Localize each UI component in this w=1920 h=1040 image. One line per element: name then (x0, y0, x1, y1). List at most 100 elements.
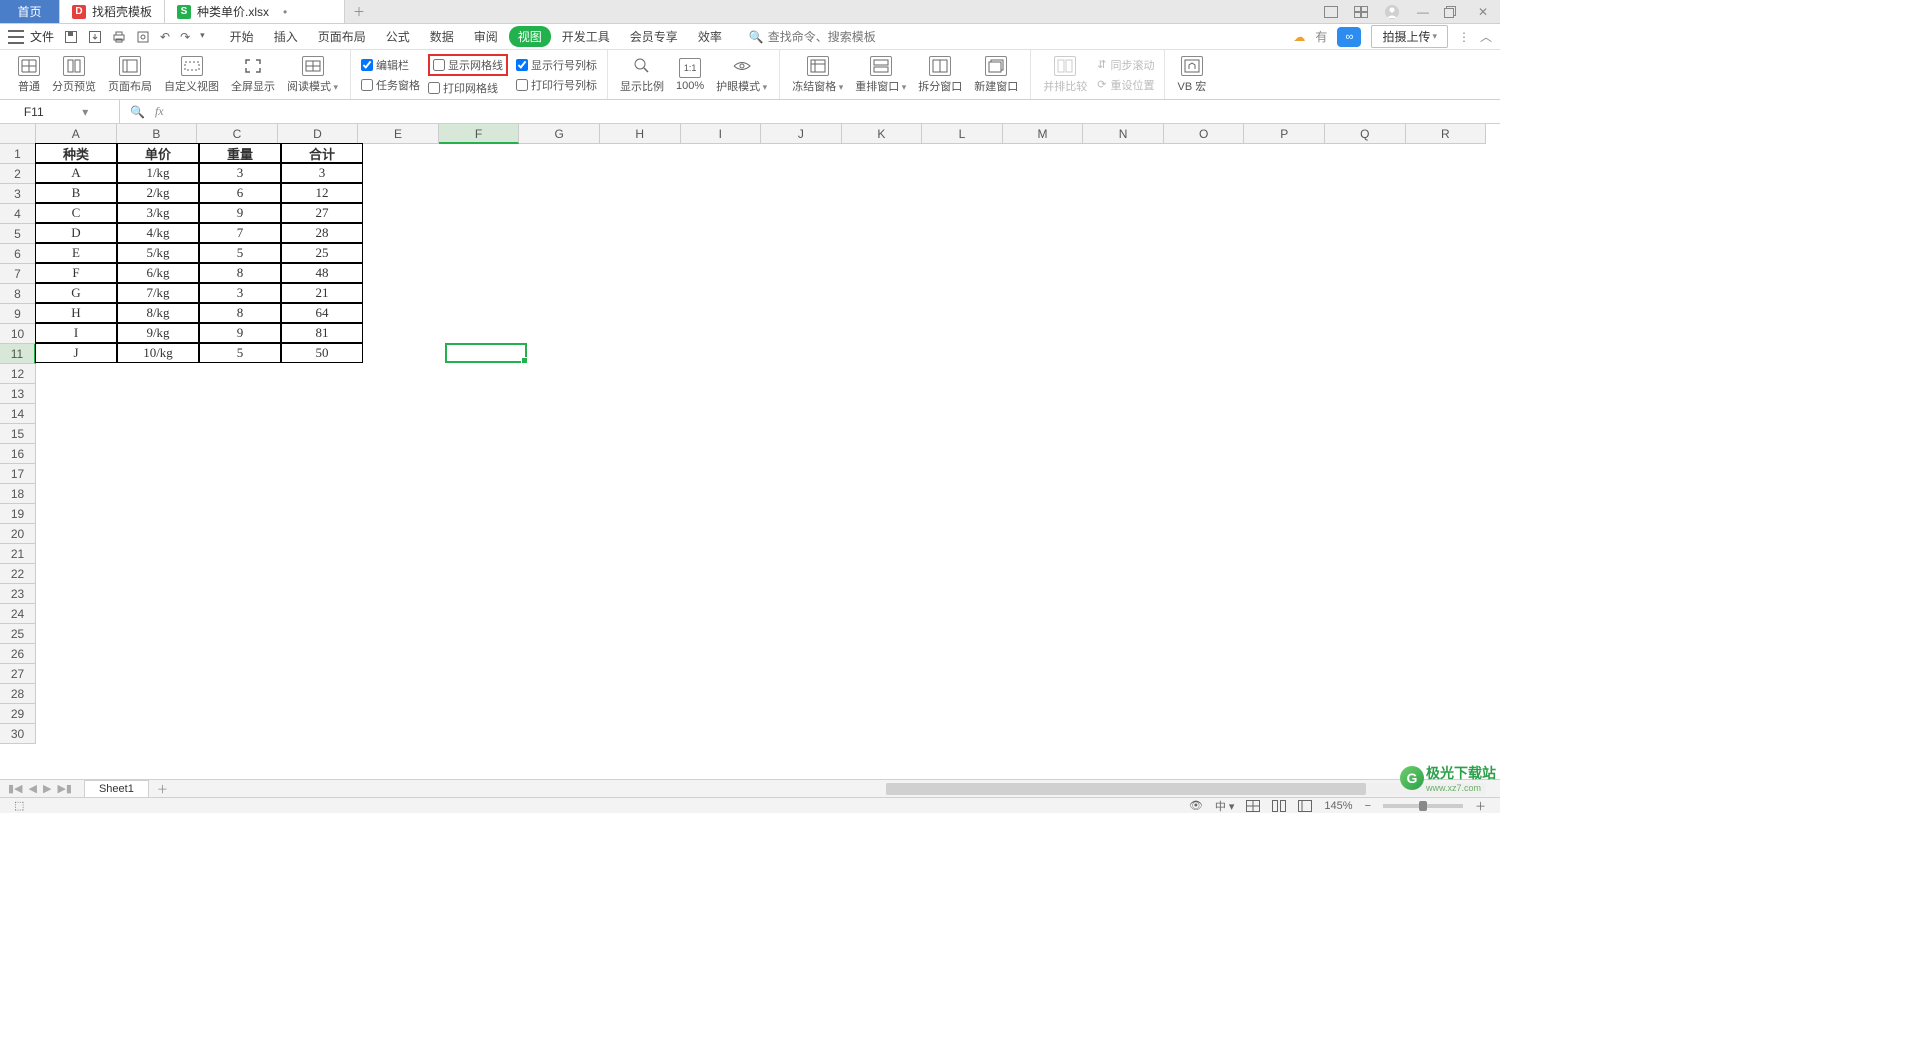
status-mode-icon[interactable]: ⬚ (14, 799, 24, 812)
column-header[interactable]: L (922, 124, 1003, 144)
column-header[interactable]: M (1003, 124, 1084, 144)
menu-formula[interactable]: 公式 (377, 26, 419, 47)
view-pagebreak-button[interactable]: 分页预览 (46, 54, 102, 96)
column-header[interactable]: J (761, 124, 842, 144)
upload-button[interactable]: 拍摄上传▾ (1371, 25, 1448, 48)
table-cell[interactable]: 8/kg (117, 303, 199, 323)
column-header[interactable]: H (600, 124, 681, 144)
cloud-badge-icon[interactable]: ∞ (1337, 27, 1361, 47)
table-cell[interactable]: 81 (281, 323, 363, 343)
table-header-cell[interactable]: 重量 (199, 143, 281, 163)
user-avatar-icon[interactable] (1384, 4, 1402, 20)
table-cell[interactable]: 5 (199, 243, 281, 263)
table-cell[interactable]: H (35, 303, 117, 323)
status-eye-icon[interactable]: 👁 (1189, 799, 1203, 812)
table-cell[interactable]: 1/kg (117, 163, 199, 183)
collapse-ribbon-icon[interactable]: ︿ (1480, 28, 1492, 45)
table-cell[interactable]: 9 (199, 323, 281, 343)
table-cell[interactable]: G (35, 283, 117, 303)
table-cell[interactable]: 7 (199, 223, 281, 243)
table-cell[interactable]: F (35, 263, 117, 283)
spreadsheet-grid[interactable]: ABCDEFGHIJKLMNOPQR 123456789101112131415… (0, 124, 1500, 779)
menu-review[interactable]: 审阅 (465, 26, 507, 47)
zoom-slider-thumb[interactable] (1419, 801, 1427, 811)
row-header[interactable]: 5 (0, 224, 36, 244)
zoom-button[interactable]: 显示比例 (614, 54, 670, 96)
column-header[interactable]: Q (1325, 124, 1406, 144)
zoom-out-button[interactable]: − (1365, 800, 1371, 812)
row-header[interactable]: 13 (0, 384, 36, 404)
column-header[interactable]: I (681, 124, 762, 144)
table-cell[interactable]: 25 (281, 243, 363, 263)
table-cell[interactable]: 21 (281, 283, 363, 303)
table-cell[interactable]: 3 (281, 163, 363, 183)
layout-single-icon[interactable] (1324, 6, 1342, 18)
menu-data[interactable]: 数据 (421, 26, 463, 47)
menu-pagelayout[interactable]: 页面布局 (309, 26, 375, 47)
table-cell[interactable]: E (35, 243, 117, 263)
table-cell[interactable]: I (35, 323, 117, 343)
hamburger-menu[interactable] (8, 30, 24, 44)
column-header[interactable]: F (439, 124, 520, 144)
view-normal-button[interactable]: 普通 (12, 54, 46, 96)
column-header[interactable]: G (519, 124, 600, 144)
qat-dropdown-icon[interactable]: ▾ (200, 30, 205, 44)
row-header[interactable]: 17 (0, 464, 36, 484)
menu-insert[interactable]: 插入 (265, 26, 307, 47)
column-header[interactable]: N (1083, 124, 1164, 144)
column-header[interactable]: C (197, 124, 278, 144)
sheet-nav-prev-icon[interactable]: ◀ (29, 782, 37, 795)
row-header[interactable]: 21 (0, 544, 36, 564)
table-cell[interactable]: D (35, 223, 117, 243)
menu-view[interactable]: 视图 (509, 26, 551, 47)
status-ime-icon[interactable]: 中 ▾ (1215, 798, 1235, 814)
row-header[interactable]: 23 (0, 584, 36, 604)
table-cell[interactable]: 5 (199, 343, 281, 363)
table-header-cell[interactable]: 单价 (117, 143, 199, 163)
table-cell[interactable]: 5/kg (117, 243, 199, 263)
column-header[interactable]: E (358, 124, 439, 144)
row-header[interactable]: 28 (0, 684, 36, 704)
row-header[interactable]: 14 (0, 404, 36, 424)
row-header[interactable]: 8 (0, 284, 36, 304)
print-preview-icon[interactable] (136, 30, 150, 44)
search-input[interactable] (768, 30, 908, 44)
row-header[interactable]: 15 (0, 424, 36, 444)
view-pagelayout-button[interactable]: 页面布局 (102, 54, 158, 96)
row-header[interactable]: 26 (0, 644, 36, 664)
table-cell[interactable]: 7/kg (117, 283, 199, 303)
column-header[interactable]: R (1406, 124, 1487, 144)
cloud-sync-icon[interactable]: ☁ (1293, 30, 1305, 44)
row-header[interactable]: 7 (0, 264, 36, 284)
row-header[interactable]: 19 (0, 504, 36, 524)
view-custom-button[interactable]: 自定义视图 (158, 54, 225, 96)
sheet-nav-first-icon[interactable]: ▮◀ (8, 782, 23, 795)
view-pagebreak-status-icon[interactable] (1272, 800, 1286, 812)
cells-area[interactable]: 种类单价重量合计A1/kg33B2/kg612C3/kg927D4/kg728E… (36, 144, 1486, 765)
sheet-nav-next-icon[interactable]: ▶ (43, 782, 51, 795)
macro-button[interactable]: VB 宏 (1171, 54, 1212, 96)
file-menu[interactable]: 文件 (30, 28, 54, 45)
row-header[interactable]: 2 (0, 164, 36, 184)
split-button[interactable]: 拆分窗口 (912, 54, 968, 96)
table-header-cell[interactable]: 种类 (35, 143, 117, 163)
table-cell[interactable]: A (35, 163, 117, 183)
redo-icon[interactable]: ↷ (180, 30, 190, 44)
maximize-button[interactable] (1444, 6, 1462, 18)
row-header[interactable]: 24 (0, 604, 36, 624)
tab-add-button[interactable]: ＋ (345, 0, 373, 23)
row-header[interactable]: 29 (0, 704, 36, 724)
table-cell[interactable]: C (35, 203, 117, 223)
table-cell[interactable]: 8 (199, 303, 281, 323)
check-printhead[interactable]: 打印行号列标 (516, 77, 597, 93)
fx-icon[interactable]: fx (155, 104, 164, 119)
zoom-100-button[interactable]: 1:1100% (670, 56, 710, 94)
menu-devtools[interactable]: 开发工具 (553, 26, 619, 47)
table-cell[interactable]: 10/kg (117, 343, 199, 363)
more-icon[interactable]: ⋮ (1458, 30, 1470, 44)
table-cell[interactable]: 12 (281, 183, 363, 203)
layout-grid-icon[interactable] (1354, 6, 1372, 18)
column-header[interactable]: D (278, 124, 359, 144)
table-cell[interactable]: 50 (281, 343, 363, 363)
tab-file[interactable]: S 种类单价.xlsx • (165, 0, 345, 23)
